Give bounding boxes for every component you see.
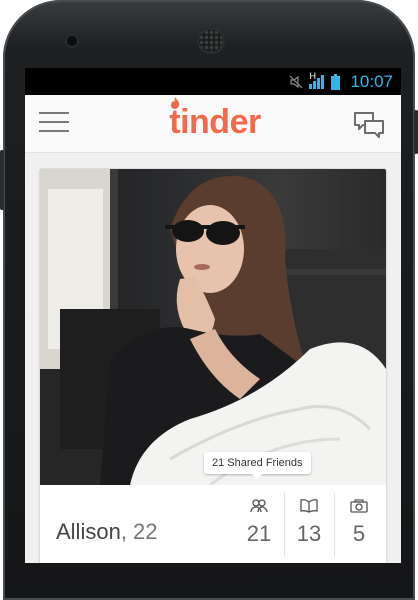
profile-card[interactable]: 21 Shared Friends Allison, 22 21 13 5 bbox=[39, 168, 387, 563]
profile-age: , 22 bbox=[120, 519, 158, 544]
chat-icon[interactable] bbox=[353, 111, 385, 139]
battery-icon bbox=[331, 73, 341, 90]
shared-friends-count: 21 bbox=[246, 521, 272, 546]
clock: 10:07 bbox=[350, 71, 393, 91]
book-icon bbox=[300, 499, 318, 513]
shared-interests-stat[interactable]: 13 bbox=[288, 493, 330, 557]
profile-name: Allison, 22 bbox=[56, 519, 158, 545]
shared-friends-stat[interactable]: 21 bbox=[238, 493, 280, 557]
shared-friends-badge[interactable]: 21 Shared Friends bbox=[204, 452, 311, 479]
stat-divider bbox=[284, 493, 285, 557]
flame-icon bbox=[170, 97, 180, 109]
photos-count: 5 bbox=[352, 521, 366, 546]
hamburger-menu-icon[interactable] bbox=[39, 112, 69, 136]
phone-screen: H 10:07 tinder 21 Shared Friends Allison… bbox=[25, 68, 401, 563]
app-bar: tinder bbox=[25, 95, 401, 153]
status-bar: H 10:07 bbox=[25, 68, 401, 95]
muted-speaker-icon bbox=[289, 75, 303, 89]
stat-divider bbox=[334, 493, 335, 557]
power-button bbox=[414, 110, 418, 154]
friends-icon bbox=[250, 499, 268, 513]
signal-icon: H bbox=[309, 71, 325, 89]
profile-first-name: Allison bbox=[56, 519, 121, 544]
photos-stat[interactable]: 5 bbox=[338, 493, 380, 557]
profile-photo-illustration bbox=[40, 169, 386, 485]
profile-info-bar: Allison, 22 21 13 5 bbox=[40, 485, 386, 563]
profile-photo[interactable]: 21 Shared Friends bbox=[40, 169, 386, 485]
shared-interests-count: 13 bbox=[296, 521, 322, 546]
volume-button bbox=[0, 150, 4, 210]
tinder-logo: tinder bbox=[169, 103, 261, 141]
front-camera bbox=[67, 36, 77, 46]
phone-frame: H 10:07 tinder 21 Shared Friends Allison… bbox=[0, 0, 418, 600]
earpiece-speaker bbox=[199, 30, 223, 52]
network-type-label: H bbox=[309, 70, 316, 81]
camera-icon bbox=[350, 499, 368, 513]
